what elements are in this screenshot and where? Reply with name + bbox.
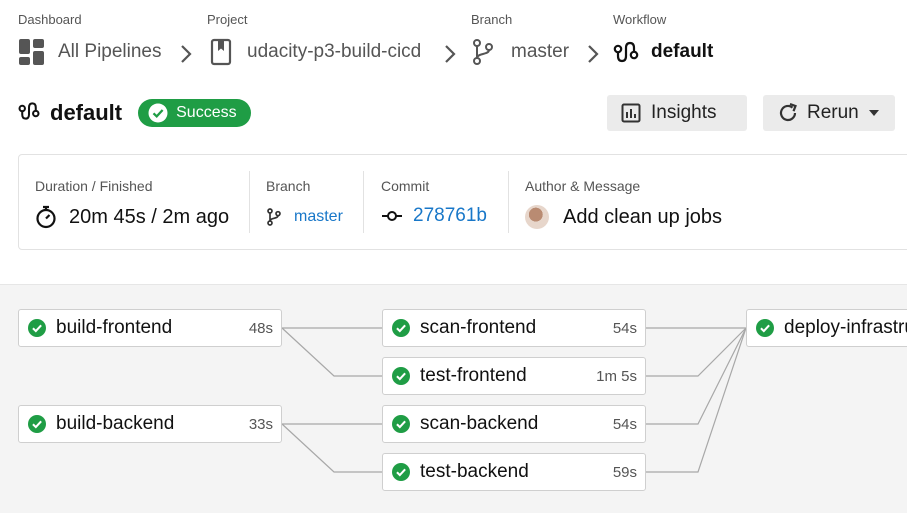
project-bookmark-icon <box>207 38 235 66</box>
breadcrumb-project[interactable]: Project udacity-p3-build-cicd <box>207 12 421 68</box>
job-name: scan-backend <box>420 413 539 434</box>
breadcrumb-project-label: Project <box>207 12 248 27</box>
job-duration: 1m 5s <box>596 367 637 385</box>
job-duration: 48s <box>248 319 273 337</box>
branch-icon <box>267 208 281 226</box>
status-badge-label: Success <box>176 104 237 121</box>
breadcrumb-project-link[interactable]: udacity-p3-build-cicd <box>247 41 421 63</box>
breadcrumb-workflow: Workflow default <box>613 12 713 68</box>
breadcrumb-dashboard[interactable]: Dashboard All Pipelines <box>18 12 162 68</box>
status-badge: Success <box>138 99 251 127</box>
info-branch-link[interactable]: master <box>294 208 343 226</box>
job-duration: 54s <box>612 319 637 337</box>
job-name: scan-frontend <box>420 317 537 338</box>
breadcrumb-workflow-current: default <box>651 41 714 62</box>
job-deploy-infrastructure[interactable]: deploy-infrastructure <box>746 309 907 347</box>
job-name: build-frontend <box>56 317 173 338</box>
branch-icon <box>471 38 495 66</box>
breadcrumb-workflow-label: Workflow <box>613 12 667 27</box>
check-circle-icon <box>148 103 168 123</box>
info-commit-label: Commit <box>381 178 430 194</box>
check-circle-icon <box>756 319 774 337</box>
breadcrumb-branch-link[interactable]: master <box>511 41 569 63</box>
info-commit-link[interactable]: 278761b <box>413 205 487 227</box>
chevron-right-icon <box>445 45 456 63</box>
chevron-right-icon <box>588 45 599 63</box>
check-circle-icon <box>392 319 410 337</box>
job-build-backend[interactable]: build-backend 33s <box>18 405 282 443</box>
insights-chart-icon <box>621 103 641 123</box>
check-circle-icon <box>28 415 46 433</box>
check-circle-icon <box>392 415 410 433</box>
job-name: test-frontend <box>420 365 527 386</box>
check-circle-icon <box>392 463 410 481</box>
dashboard-grid-icon <box>18 38 46 66</box>
breadcrumb-branch[interactable]: Branch master <box>471 12 569 68</box>
job-duration: 33s <box>248 415 273 433</box>
breadcrumb-all-pipelines-link[interactable]: All Pipelines <box>58 41 162 63</box>
chevron-right-icon <box>181 45 192 63</box>
stopwatch-icon <box>36 205 56 229</box>
check-circle-icon <box>392 367 410 385</box>
divider <box>508 171 509 233</box>
job-name: test-backend <box>420 461 529 482</box>
job-duration: 59s <box>612 463 637 481</box>
workflow-header: default Success <box>18 96 251 130</box>
insights-button-label: Insights <box>651 102 717 123</box>
chevron-down-icon[interactable] <box>868 110 879 116</box>
breadcrumb-branch-label: Branch <box>471 12 513 27</box>
info-duration-label: Duration / Finished <box>35 178 153 194</box>
commit-icon <box>382 211 402 221</box>
divider <box>249 171 250 233</box>
job-scan-backend[interactable]: scan-backend 54s <box>382 405 646 443</box>
check-circle-icon <box>28 319 46 337</box>
info-duration-value: 20m 45s / 2m ago <box>69 205 230 228</box>
job-test-backend[interactable]: test-backend 59s <box>382 453 646 491</box>
rerun-button-label: Rerun <box>807 102 859 123</box>
workflow-icon <box>613 40 639 64</box>
rerun-icon <box>779 102 797 122</box>
job-scan-frontend[interactable]: scan-frontend 54s <box>382 309 646 347</box>
insights-button[interactable]: Insights <box>607 95 747 131</box>
job-name: build-backend <box>56 413 175 434</box>
rerun-button[interactable]: Rerun <box>763 95 895 131</box>
info-commit-message: Add clean up jobs <box>563 205 723 228</box>
workflow-graph: build-frontend 48s build-backend 33s sca… <box>0 284 907 513</box>
info-branch-label: Branch <box>266 178 311 194</box>
divider <box>363 171 364 233</box>
job-duration: 54s <box>612 415 637 433</box>
info-author-label: Author & Message <box>525 178 641 194</box>
page-title: default <box>50 100 123 125</box>
workflow-icon <box>18 100 40 127</box>
breadcrumb-dashboard-label: Dashboard <box>18 12 82 27</box>
workflow-info-panel: Duration / Finished 20m 45s / 2m ago Bra… <box>18 154 907 250</box>
job-test-frontend[interactable]: test-frontend 1m 5s <box>382 357 646 395</box>
job-name: deploy-infrastructure <box>784 317 907 338</box>
job-build-frontend[interactable]: build-frontend 48s <box>18 309 282 347</box>
avatar <box>525 205 549 229</box>
